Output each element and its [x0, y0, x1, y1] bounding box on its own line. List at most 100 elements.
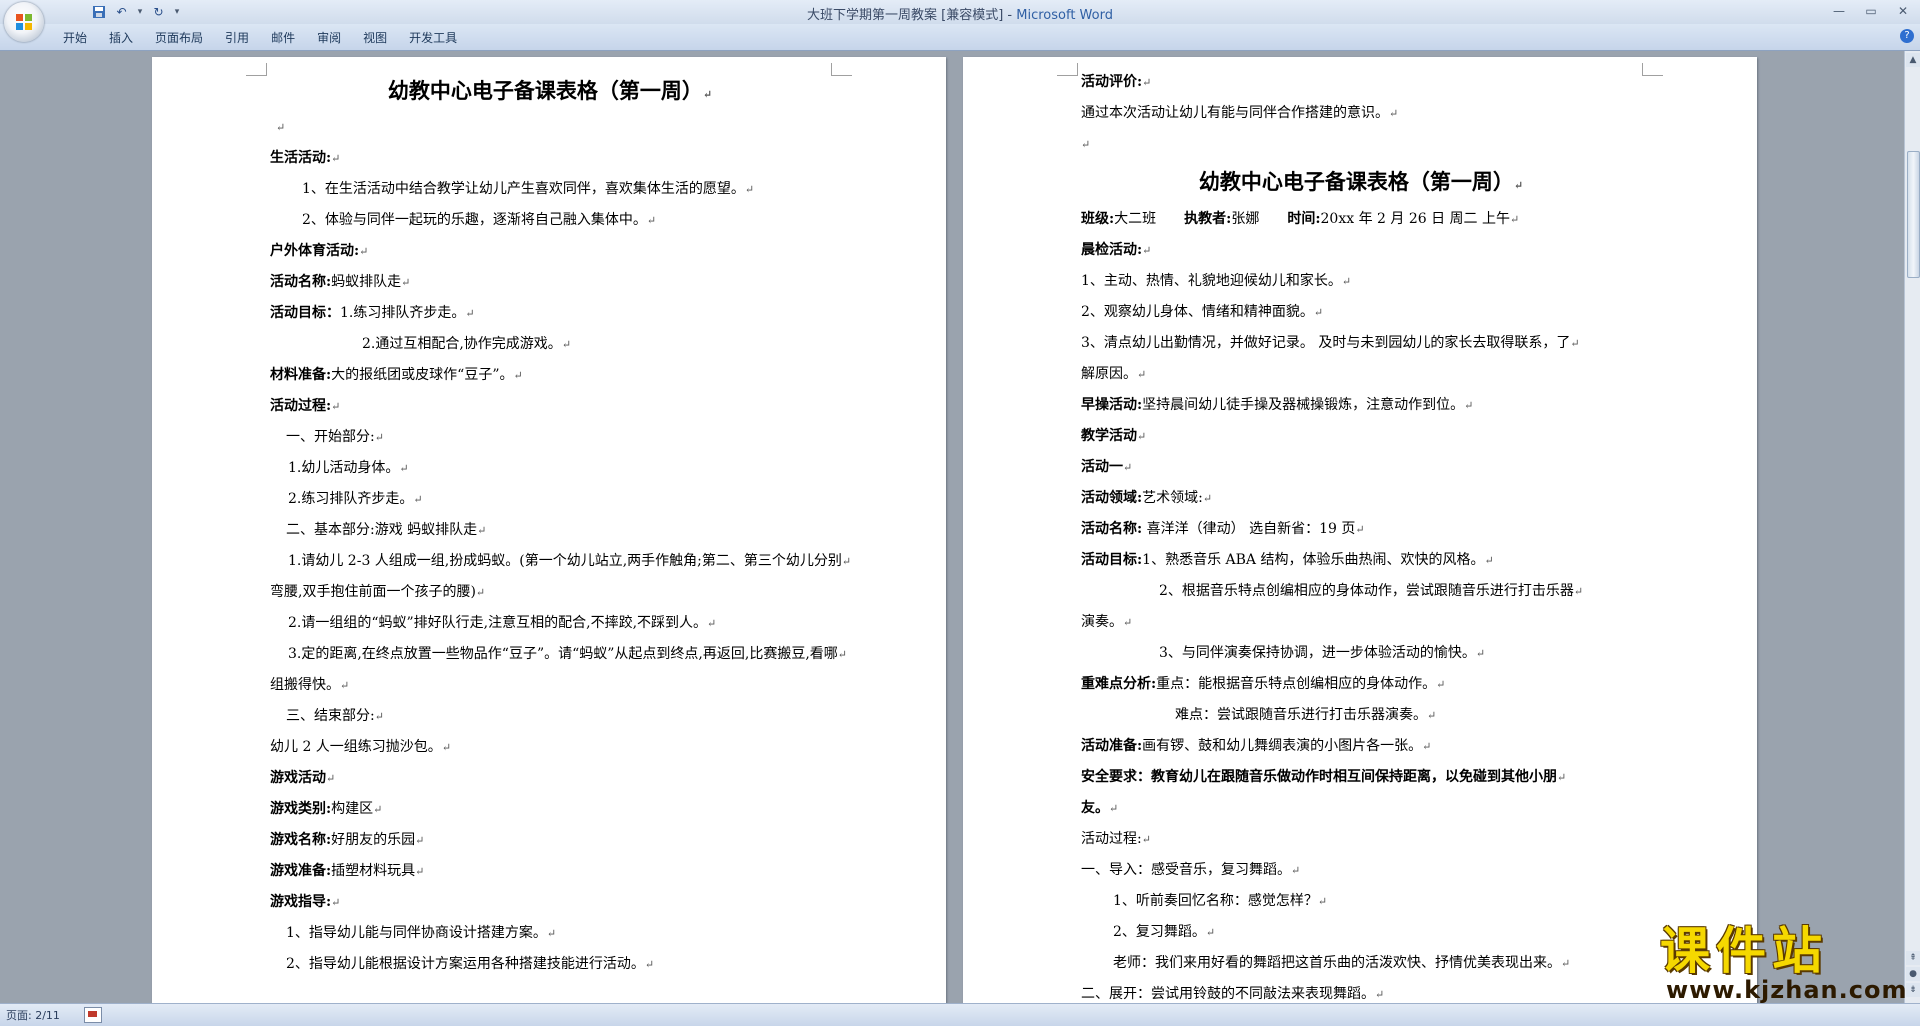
next-page-icon[interactable]: ⇟ [1906, 983, 1920, 997]
line-text: 2.练习排队齐步走。 [288, 491, 414, 507]
tab-2[interactable]: 页面布局 [144, 29, 214, 47]
document-line: 生活活动:↵ [270, 143, 830, 174]
line-text: 班级: [1081, 211, 1115, 227]
paragraph-mark: ↵ [465, 307, 475, 320]
line-text: 活动过程: [270, 398, 332, 414]
document-line: 活动准备:画有锣、鼓和幼儿舞绸表演的小图片各一张。↵ [1081, 731, 1641, 762]
line-text: 1.请幼儿 2-3 人组成一组,扮成蚂蚁。(第一个幼儿站立,两手作触角;第二、第… [288, 553, 842, 569]
margin-corner-mark [1057, 63, 1078, 76]
line-text: 构建区 [331, 801, 374, 817]
line-text: 2.通过互相配合,协作完成游戏。 [362, 336, 562, 352]
line-text: 安全要求：教育幼儿在跟随音乐做动作时相互间保持距离，以免碰到其他小朋 [1081, 769, 1557, 785]
paragraph-mark: ↵ [340, 679, 350, 692]
document-line: 活动一↵ [1081, 452, 1641, 483]
line-text: 蚂蚁排队走 [331, 274, 402, 290]
line-text: 1、主动、热情、礼貌地迎候幼儿和家长。 [1081, 273, 1342, 289]
document-line: 3、清点幼儿出勤情况，并做好记录。 及时与未到园幼儿的家长去取得联系，了↵ [1081, 328, 1641, 359]
document-line: 材料准备:大的报纸团或皮球作“豆子”。↵ [270, 360, 830, 391]
line-text: 2、观察幼儿身体、情绪和精神面貌。 [1081, 304, 1314, 320]
document-line: 弯腰,双手抱住前面一个孩子的腰)↵ [270, 577, 830, 608]
page-left-content[interactable]: 幼教中心电子备课表格（第一周）↵ ↵ 生活活动:↵ 1、在生活活动中结合教学让幼儿产… [270, 70, 851, 980]
line-text: 教学活动 [1081, 428, 1137, 444]
document-line: 晨检活动:↵ [1081, 235, 1641, 266]
line-text: 活动过程: [1081, 831, 1142, 847]
paragraph-mark: ↵ [1422, 740, 1432, 753]
document-line: 解原因。↵ [1081, 359, 1641, 390]
document-line: 组搬得快。↵ [270, 670, 830, 701]
document-line: 游戏准备:插塑材料玩具↵ [270, 856, 830, 887]
scroll-thumb[interactable] [1907, 151, 1920, 278]
watermark-logo: 课件站 www.kjzhan.com [1660, 922, 1906, 1003]
paragraph-mark: ↵ [1202, 492, 1213, 505]
minimize-icon[interactable]: — [1828, 2, 1850, 20]
close-icon[interactable]: ✕ [1892, 2, 1914, 20]
document-line: 2、根据音乐特点创编相应的身体动作，尝试跟随音乐进行打击乐器↵ [1081, 576, 1641, 607]
paragraph-mark: ↵ [1109, 802, 1119, 815]
line-text: 3、与同伴演奏保持协调，进一步体验活动的愉快。 [1159, 645, 1476, 661]
help-icon[interactable]: ? [1900, 29, 1914, 43]
document-line: 活动领域:艺术领域:↵ [1081, 483, 1641, 514]
tab-3[interactable]: 引用 [214, 29, 260, 47]
line-text: 重难点分析: [1081, 676, 1157, 692]
office-button[interactable] [4, 2, 44, 42]
document-line: 活动评价:↵ [1081, 67, 1641, 98]
document-line: 活动目标:1、熟悉音乐 ABA 结构，体验乐曲热闹、欢快的风格。↵ [1081, 545, 1641, 576]
margin-corner-mark [831, 63, 852, 76]
page-right-content[interactable]: 活动评价:↵ 通过本次活动让幼儿有能与同伴合作搭建的意识。↵ ↵ 幼教中心电子备课表… [1081, 67, 1641, 1003]
tab-4[interactable]: 邮件 [260, 29, 306, 47]
document-line: 1、指导幼儿能与同伴协商设计搭建方案。↵ [270, 918, 830, 949]
line-text: 大二班 [1114, 211, 1157, 227]
watermark-cn: 课件站 [1660, 922, 1828, 980]
paragraph-mark: ↵ [477, 524, 487, 537]
margin-corner-mark [246, 63, 267, 76]
paragraph-mark: ↵ [837, 648, 848, 661]
paragraph-mark: ↵ [1341, 275, 1352, 288]
macro-record-icon[interactable] [84, 1007, 102, 1023]
document-line: 户外体育活动:↵ [270, 236, 830, 267]
paragraph-mark: ↵ [1570, 337, 1580, 350]
paragraph-mark: ↵ [1142, 244, 1152, 257]
document-line: 二、基本部分:游戏 蚂蚁排队走↵ [270, 515, 830, 546]
line-text: 2、根据音乐特点创编相应的身体动作，尝试跟随音乐进行打击乐器 [1159, 583, 1574, 599]
paragraph-mark: ↵ [399, 462, 409, 475]
paragraph-mark: ↵ [441, 741, 452, 754]
paragraph-mark: ↵ [1313, 306, 1324, 319]
tab-5[interactable]: 审阅 [306, 29, 352, 47]
tab-1[interactable]: 插入 [98, 29, 144, 47]
scroll-up-icon[interactable]: ▲ [1906, 53, 1920, 67]
tab-0[interactable]: 开始 [52, 29, 98, 47]
line-text: 2.请一组组的“蚂蚁”排好队行走,注意互相的配合,不摔跤,不踩到人。 [288, 615, 708, 631]
line-text: 插塑材料玩具 [331, 863, 416, 879]
line-text: 二、基本部分:游戏 蚂蚁排队走 [286, 522, 478, 538]
paragraph-mark: ↵ [1081, 138, 1091, 151]
paragraph-mark: ↵ [401, 276, 411, 289]
document-title-text: 幼教中心电子备课表格（第一周） [1198, 169, 1514, 194]
document-line: 2、复习舞蹈。↵ [1081, 917, 1641, 948]
page-count-status[interactable]: 页面: 2/11 [6, 1007, 60, 1023]
line-text: 弯腰,双手抱住前面一个孩子的腰) [270, 584, 476, 600]
maximize-icon[interactable]: ▭ [1860, 2, 1882, 20]
line-text: 生活活动: [270, 150, 332, 166]
paragraph-mark: ↵ [276, 121, 286, 134]
paragraph-mark: ↵ [1484, 554, 1494, 567]
line-text: 一、开始部分: [286, 429, 375, 445]
previous-page-icon[interactable]: ⇞ [1906, 951, 1920, 965]
browse-object-icon[interactable]: ● [1906, 967, 1920, 981]
document-line: 二、展开：尝试用铃鼓的不同敲法来表现舞蹈。↵ [1081, 979, 1641, 1003]
document-line: ↵ [1081, 129, 1641, 160]
document-line: 教学活动↵ [1081, 421, 1641, 452]
paragraph-mark: ↵ [1137, 368, 1147, 381]
tab-6[interactable]: 视图 [352, 29, 398, 47]
document-line: 2.练习排队齐步走。↵ [270, 484, 830, 515]
line-text: 早操活动: [1081, 397, 1143, 413]
page-left: 幼教中心电子备课表格（第一周）↵ ↵ 生活活动:↵ 1、在生活活动中结合教学让幼儿产… [152, 57, 946, 1003]
line-text: 2、指导幼儿能根据设计方案运用各种搭建技能进行活动。 [286, 956, 645, 972]
document-line: 3、与同伴演奏保持协调，进一步体验活动的愉快。↵ [1081, 638, 1641, 669]
document-line: 活动名称:蚂蚁排队走↵ [270, 267, 830, 298]
paragraph-mark: ↵ [646, 214, 657, 227]
tab-7[interactable]: 开发工具 [398, 29, 468, 47]
line-text: 游戏名称: [270, 832, 332, 848]
line-text: 20xx 年 2 月 26 日 周二 上午 [1320, 211, 1510, 227]
vertical-scrollbar[interactable]: ▲ ⇞ ● ⇟ [1904, 51, 1920, 1003]
paragraph-mark: ↵ [1427, 709, 1437, 722]
